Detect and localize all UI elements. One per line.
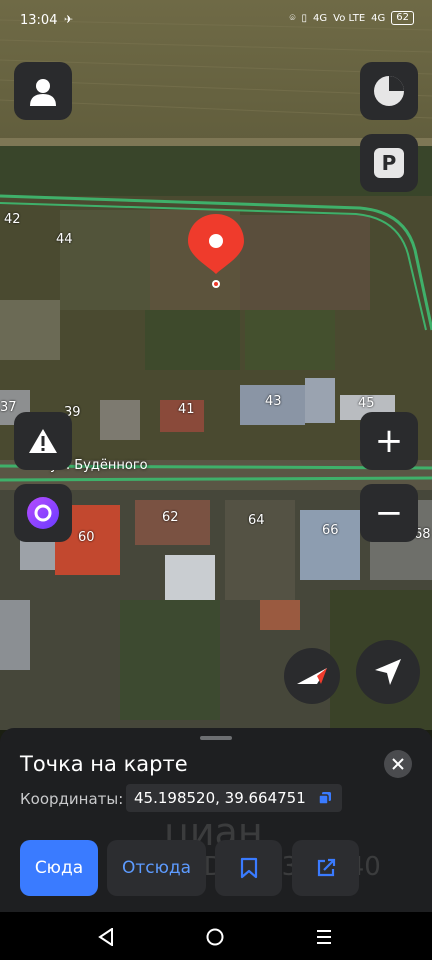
alice-icon [27,497,59,529]
user-icon [30,79,56,106]
network-label-2: 4G [371,12,386,24]
plus-icon: + [374,421,404,461]
location-status-icon: ⌾ [289,12,296,24]
house-number: 45 [358,396,375,411]
bookmark-icon [240,857,257,879]
home-icon[interactable] [206,928,224,946]
notification-icon: ✈ [64,13,74,26]
house-number: 62 [162,510,179,525]
coordinates-label: Координаты: [20,790,124,808]
route-to-button[interactable]: Сюда [20,840,98,896]
coordinates-value-box[interactable]: 45.198520, 39.664751 [126,784,342,812]
zoom-in-button[interactable]: + [360,412,418,470]
coordinates-value: 45.198520, 39.664751 [134,789,306,807]
my-location-button[interactable] [356,640,420,704]
layers-icon [374,76,404,106]
share-button[interactable] [292,840,359,896]
location-pin[interactable] [188,214,244,290]
minus-icon: − [374,493,404,533]
network-label: 4G [313,12,328,24]
house-number: 44 [56,232,73,247]
system-nav-bar [0,912,432,960]
warning-icon [29,429,57,453]
sheet-drag-handle[interactable] [200,736,232,740]
back-icon[interactable] [98,928,114,946]
compass-icon [297,668,327,684]
share-icon [317,858,335,877]
bookmark-button[interactable] [215,840,282,896]
vibrate-icon: ▯ [301,12,308,24]
zoom-out-button[interactable]: − [360,484,418,542]
status-time: 13:04 [20,13,58,28]
profile-button[interactable] [14,62,72,120]
house-number: 41 [178,402,195,417]
recents-icon[interactable] [316,929,332,945]
layers-button[interactable] [360,62,418,120]
route-from-label: Отсюда [121,858,192,878]
alice-assistant-button[interactable] [14,484,72,542]
volte-label: Vo LTE [333,12,366,24]
house-number: 64 [248,513,265,528]
battery-icon: 62 [391,11,414,25]
house-number: 43 [265,394,282,409]
route-to-label: Сюда [34,858,84,878]
status-bar: 13:04 ✈ ⌾ ▯ 4G Vo LTE 4G 62 [0,0,432,42]
pin-icon [188,214,244,288]
house-number: 42 [4,212,21,227]
sheet-title: Точка на карте [20,752,188,776]
compass-button[interactable] [284,648,340,704]
copy-icon[interactable] [318,791,332,805]
house-number: 60 [78,530,95,545]
close-button[interactable] [384,750,412,778]
parking-icon: P [374,148,404,178]
navigation-arrow-icon [375,659,401,685]
close-icon [392,758,404,770]
house-number: 37 [0,400,17,415]
house-number: 66 [322,523,339,538]
road-events-button[interactable] [14,412,72,470]
route-from-button[interactable]: Отсюда [107,840,206,896]
parking-button[interactable]: P [360,134,418,192]
